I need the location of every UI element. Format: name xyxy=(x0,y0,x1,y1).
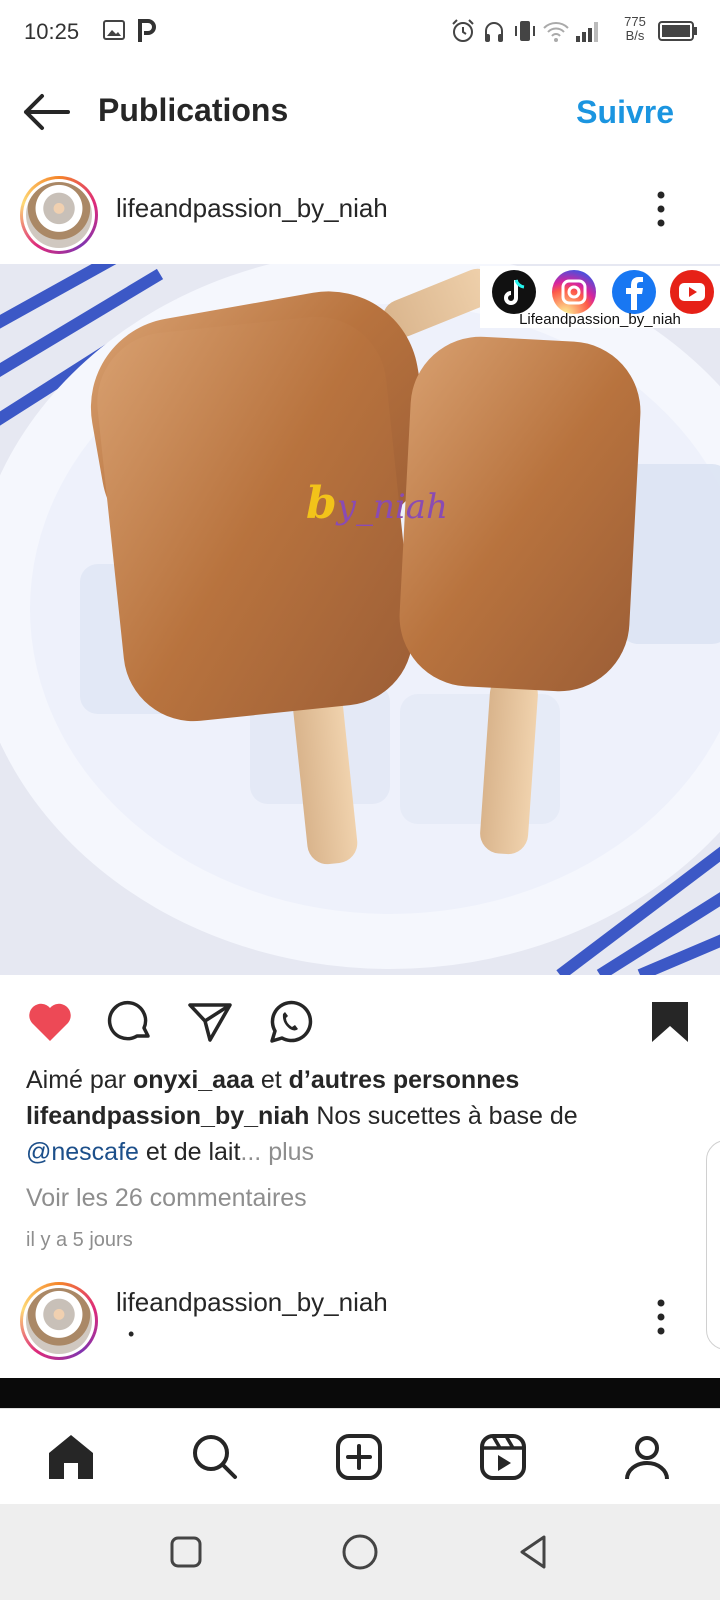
status-bar: 10:25 775 B/s xyxy=(0,0,720,64)
photo-watermark: by_niah xyxy=(306,478,448,529)
post-options-button[interactable] xyxy=(646,184,676,234)
next-post-header: lifeandpassion_by_niah • xyxy=(0,1278,720,1368)
whatsapp-icon xyxy=(270,1000,313,1043)
caption-more-link[interactable]: ... plus xyxy=(240,1138,314,1166)
more-vertical-icon xyxy=(657,1299,665,1335)
nav-search[interactable] xyxy=(187,1429,243,1485)
facebook-icon xyxy=(612,270,656,314)
page-title: Publications xyxy=(98,92,289,128)
app-header: Publications Suivre xyxy=(0,76,720,148)
network-speed: 775 B/s xyxy=(620,15,650,43)
alarm-icon xyxy=(452,19,474,42)
caption-mention[interactable]: @nescafe xyxy=(26,1138,139,1166)
whatsapp-button[interactable] xyxy=(264,996,316,1048)
heart-icon xyxy=(29,1003,71,1041)
comment-icon xyxy=(107,1000,150,1041)
caption-continued: @nescafe et de lait... plus xyxy=(26,1138,314,1167)
caption-username[interactable]: lifeandpassion_by_niah xyxy=(26,1102,309,1130)
caption-text: Nos sucettes à base de xyxy=(309,1102,578,1130)
headphones-icon xyxy=(485,22,503,42)
next-post-image-edge xyxy=(0,1378,720,1408)
next-post-avatar-photo xyxy=(26,1288,92,1354)
arrow-left-icon xyxy=(24,94,70,130)
back-system-button[interactable] xyxy=(512,1530,556,1574)
nav-profile[interactable] xyxy=(619,1429,675,1485)
profile-icon xyxy=(625,1436,669,1480)
nav-reels[interactable] xyxy=(475,1429,531,1485)
home-icon xyxy=(49,1435,93,1479)
network-speed-unit: B/s xyxy=(625,28,645,43)
likes-middle: et xyxy=(253,1066,289,1094)
likes-user[interactable]: onyxi_aaa xyxy=(133,1066,254,1094)
share-icon xyxy=(188,1003,232,1042)
vibrate-icon xyxy=(515,21,535,41)
home-system-button[interactable] xyxy=(338,1530,382,1574)
tiktok-icon xyxy=(492,270,536,314)
back-triangle-icon xyxy=(520,1535,546,1569)
instagram-icon xyxy=(552,270,596,314)
likes-summary: Aimé par onyxi_aaa et d’autres personnes xyxy=(26,1066,519,1095)
avatar[interactable] xyxy=(20,176,98,254)
youtube-icon xyxy=(670,270,714,314)
post-image[interactable]: by_niah xyxy=(0,264,720,975)
gallery-notification-icon xyxy=(103,20,125,40)
network-speed-value: 775 xyxy=(624,14,646,29)
watermark-text: y_niah xyxy=(336,487,448,527)
next-post-subline: • xyxy=(128,1324,135,1344)
save-button[interactable] xyxy=(644,996,696,1048)
next-post-username[interactable]: lifeandpassion_by_niah xyxy=(116,1287,388,1318)
likes-others[interactable]: d’autres personnes xyxy=(289,1066,520,1094)
like-button[interactable] xyxy=(24,996,76,1048)
photo-social-strip: Lifeandpassion_by_niah xyxy=(480,266,720,328)
system-navigation-bar xyxy=(0,1504,720,1600)
share-button[interactable] xyxy=(184,996,236,1048)
caption-text2: et de lait xyxy=(138,1138,241,1166)
bookmark-icon xyxy=(652,1002,688,1042)
status-time: 10:25 xyxy=(24,19,80,44)
reels-icon xyxy=(480,1434,526,1480)
avatar-photo xyxy=(26,182,92,248)
comment-button[interactable] xyxy=(104,996,156,1048)
post-timestamp: il y a 5 jours xyxy=(26,1229,133,1251)
nav-home[interactable] xyxy=(43,1429,99,1485)
popsicles-photo xyxy=(0,264,720,975)
more-vertical-icon xyxy=(657,191,665,227)
watermark-letter: b xyxy=(306,478,337,529)
battery-icon xyxy=(658,21,697,41)
recents-icon xyxy=(170,1536,202,1568)
post-username[interactable]: lifeandpassion_by_niah xyxy=(116,193,388,224)
post-header: lifeandpassion_by_niah xyxy=(0,166,720,256)
signal-icon xyxy=(576,22,598,42)
next-post-options-button[interactable] xyxy=(646,1292,676,1342)
caption: lifeandpassion_by_niah Nos sucettes à ba… xyxy=(26,1102,578,1131)
photo-social-caption: Lifeandpassion_by_niah xyxy=(519,311,681,328)
bottom-navigation xyxy=(0,1408,720,1504)
wifi-icon xyxy=(543,22,569,42)
recents-button[interactable] xyxy=(164,1530,208,1574)
home-circle-icon xyxy=(342,1534,378,1570)
parking-notification-icon xyxy=(138,19,156,42)
add-post-icon xyxy=(336,1434,382,1480)
nav-create[interactable] xyxy=(331,1429,387,1485)
back-button[interactable] xyxy=(20,88,76,136)
view-comments-link[interactable]: Voir les 26 commentaires xyxy=(26,1184,307,1213)
search-icon xyxy=(193,1435,237,1479)
next-post-avatar[interactable] xyxy=(20,1282,98,1360)
likes-prefix: Aimé par xyxy=(26,1066,133,1094)
follow-button[interactable]: Suivre xyxy=(576,94,674,131)
post-actions xyxy=(0,990,720,1054)
